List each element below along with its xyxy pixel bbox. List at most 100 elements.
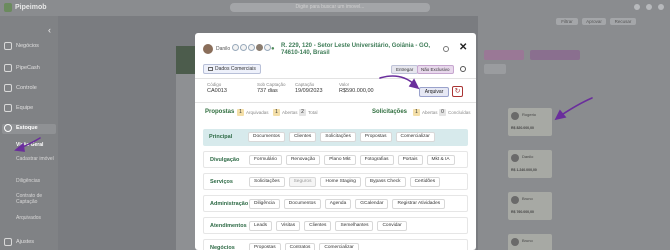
action-chip[interactable]: Contratos bbox=[284, 243, 316, 250]
category-actions: Solicitações Seguros Home Staging Bypass Ch… bbox=[249, 177, 441, 187]
action-chip[interactable]: Agenda bbox=[324, 199, 352, 209]
cash-icon bbox=[4, 64, 12, 72]
app-logo[interactable]: Pipeimob bbox=[4, 3, 47, 12]
action-chip[interactable]: Visitas bbox=[276, 221, 301, 231]
action-chip[interactable]: Semelhantes bbox=[335, 221, 374, 231]
action-chip[interactable]: Diligência bbox=[249, 199, 280, 209]
action-chip[interactable]: GCalendar bbox=[355, 199, 389, 209]
sidebar-subitem-2[interactable]: Diligências bbox=[16, 178, 56, 184]
sidebar-item-4[interactable]: Estoque bbox=[4, 124, 38, 132]
card-avatar bbox=[511, 196, 519, 204]
property-card[interactable]: Bruno bbox=[508, 234, 552, 250]
proposals-archived-count: 1 bbox=[237, 109, 244, 116]
sidebar-item-0[interactable]: Negócios bbox=[4, 42, 39, 50]
sidebar-subitem-4[interactable]: Arquivados bbox=[16, 215, 56, 221]
sidebar-item-1[interactable]: PipeCash bbox=[4, 64, 40, 72]
status-icon-5[interactable] bbox=[264, 44, 271, 51]
agent-photo-icon[interactable] bbox=[256, 44, 263, 51]
help-icon[interactable] bbox=[646, 4, 652, 10]
action-chip[interactable]: Bypass Check bbox=[364, 177, 406, 187]
category-actions: Formulário Renovação Plano Mkt Fotografias P… bbox=[249, 155, 455, 165]
card-avatar bbox=[511, 238, 519, 246]
card-price: R$ 760.000,00 bbox=[511, 210, 534, 214]
property-address: R. 229, 120 - Setor Leste Universitário,… bbox=[281, 43, 431, 56]
commercial-data-icon bbox=[208, 67, 213, 71]
background-pill-2[interactable] bbox=[530, 50, 580, 60]
action-chip[interactable]: Clientes bbox=[288, 132, 317, 142]
action-chip[interactable]: Convidar bbox=[377, 221, 407, 231]
status-icon-3[interactable] bbox=[248, 44, 255, 51]
action-chip[interactable]: Leads bbox=[249, 221, 273, 231]
archive-button[interactable]: Arquivar bbox=[419, 87, 449, 97]
background-pill-1[interactable] bbox=[484, 50, 524, 60]
sidebar-item-label: PipeCash bbox=[16, 65, 40, 71]
sidebar-subitem-0[interactable]: Visão Geral bbox=[16, 142, 56, 148]
property-card[interactable]: Bruno R$ 760.000,00 bbox=[508, 192, 552, 220]
sidebar-item-label: Estoque bbox=[16, 125, 38, 131]
action-chip[interactable]: Formulário bbox=[249, 155, 282, 165]
proposals-total-count: 2 bbox=[299, 109, 306, 116]
action-chip[interactable]: Documentos bbox=[248, 132, 285, 142]
action-chip[interactable]: Solicitações bbox=[249, 177, 285, 187]
action-chip[interactable]: Registrar Atividades bbox=[392, 199, 446, 209]
action-chip[interactable]: Home Staging bbox=[320, 177, 361, 187]
sidebar-subitem-3[interactable]: Contrato de Captação bbox=[16, 193, 56, 205]
action-chip[interactable]: Plano Mkt bbox=[324, 155, 356, 165]
action-chip[interactable]: Documentos bbox=[283, 199, 321, 209]
category-actions: Documentos Clientes Solicitações Propostas C… bbox=[248, 132, 435, 142]
sidebar-item-3[interactable]: Equipe bbox=[4, 104, 33, 112]
category-actions: Propostas Contratos Comercializar bbox=[249, 243, 359, 250]
non-exclusive-button[interactable]: Não Exclusivo bbox=[417, 65, 454, 74]
status-icon-1[interactable] bbox=[232, 44, 239, 51]
owner-avatar bbox=[203, 44, 213, 54]
sidebar-item-label: Equipe bbox=[16, 105, 34, 111]
edit-icon[interactable] bbox=[443, 46, 449, 52]
action-chip[interactable]: Renovação bbox=[285, 155, 321, 165]
sidebar-item-settings[interactable]: Ajustes bbox=[4, 238, 34, 246]
category-title: Principal bbox=[209, 134, 233, 140]
approve-button[interactable]: Aprovar bbox=[582, 18, 606, 25]
stat-code: Código CA0013 bbox=[207, 82, 227, 94]
action-chip[interactable]: Fotografias bbox=[359, 155, 394, 165]
settings-icon bbox=[4, 238, 12, 246]
status-icon-2[interactable] bbox=[240, 44, 247, 51]
requests-open-label: Abertas bbox=[422, 110, 438, 115]
stock-icon bbox=[4, 124, 12, 132]
requests-title[interactable]: Solicitações bbox=[372, 109, 407, 115]
action-chip[interactable]: Mkt & IA bbox=[426, 155, 455, 165]
action-chip[interactable]: Certidões bbox=[409, 177, 441, 187]
sidebar-subitem-1[interactable]: Cadastrar imóvel bbox=[16, 156, 56, 162]
background-pill-3[interactable] bbox=[484, 64, 506, 74]
notification-icon[interactable] bbox=[634, 4, 640, 10]
card-price: R$ 820.000,00 bbox=[511, 126, 534, 130]
history-icon[interactable] bbox=[460, 66, 466, 72]
collapse-sidebar-icon[interactable]: ‹ bbox=[48, 25, 51, 35]
deliver-button[interactable]: Entregar bbox=[391, 65, 419, 74]
property-card[interactable]: Danilo R$ 1.240.000,00 bbox=[508, 150, 552, 178]
proposals-title[interactable]: Propostas bbox=[205, 109, 234, 115]
divider bbox=[195, 78, 476, 79]
reject-button[interactable]: Recusar bbox=[610, 18, 636, 25]
search-input[interactable]: Digite para buscar um imovel... bbox=[230, 3, 430, 12]
action-chip[interactable]: Propostas bbox=[359, 132, 392, 142]
sidebar-item-2[interactable]: Controle bbox=[4, 84, 37, 92]
logo-icon bbox=[4, 3, 12, 12]
action-chip[interactable]: Comercializar bbox=[395, 132, 435, 142]
category-title: Atendimentos bbox=[210, 223, 247, 229]
card-name: Bruno bbox=[522, 196, 533, 201]
stat-value: 19/09/2023 bbox=[295, 88, 323, 94]
refresh-icon[interactable]: ↻ bbox=[452, 86, 463, 97]
property-card[interactable]: Rogerio R$ 820.000,00 bbox=[508, 108, 552, 136]
category-row: Administração Diligência Documentos Agenda G… bbox=[203, 195, 468, 212]
action-chip[interactable]: Seguros bbox=[288, 177, 317, 187]
action-chip[interactable]: Solicitações bbox=[320, 132, 356, 142]
filter-button[interactable]: Filtrar bbox=[556, 18, 578, 25]
user-avatar-icon[interactable] bbox=[658, 4, 664, 10]
action-chip[interactable]: Comercializar bbox=[319, 243, 359, 250]
action-chip[interactable]: Propostas bbox=[249, 243, 281, 250]
close-icon[interactable]: ✕ bbox=[459, 42, 467, 53]
commercial-data-button[interactable]: Dados Comerciais bbox=[203, 64, 261, 74]
action-chip[interactable]: Portais bbox=[397, 155, 423, 165]
action-chip[interactable]: Clientes bbox=[304, 221, 332, 231]
owner-name: Danilo bbox=[216, 46, 231, 52]
